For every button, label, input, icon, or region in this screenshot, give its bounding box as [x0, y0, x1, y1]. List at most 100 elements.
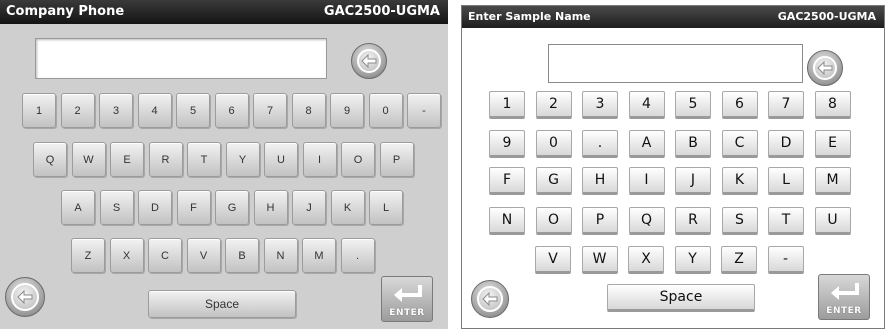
key-0[interactable]: 0	[368, 93, 403, 128]
key-a[interactable]: A	[61, 190, 95, 225]
key-t[interactable]: T	[187, 142, 221, 177]
key-s[interactable]: S	[99, 190, 134, 225]
space-key[interactable]: Space	[148, 290, 296, 318]
back-button[interactable]	[5, 277, 45, 317]
key-b[interactable]: B	[675, 130, 711, 158]
key-v[interactable]: V	[186, 238, 221, 273]
key-dash[interactable]: -	[767, 246, 804, 274]
key-d[interactable]: D	[768, 130, 804, 158]
key-a[interactable]: A	[628, 130, 665, 158]
company-phone-input[interactable]	[35, 38, 327, 79]
key-s[interactable]: S	[721, 207, 758, 235]
key-8[interactable]: 8	[814, 91, 851, 119]
key-r[interactable]: R	[148, 142, 183, 177]
key-x[interactable]: X	[628, 246, 664, 274]
key-m[interactable]: M	[814, 167, 851, 195]
key-z[interactable]: Z	[71, 238, 105, 273]
key-period[interactable]: .	[340, 238, 375, 273]
key-g[interactable]: G	[535, 167, 572, 195]
key-o[interactable]: O	[341, 142, 375, 177]
key-8[interactable]: 8	[291, 93, 326, 128]
key-g[interactable]: G	[215, 190, 249, 225]
key-c[interactable]: C	[148, 238, 182, 273]
enter-label: ENTER	[389, 308, 425, 318]
backspace-button[interactable]	[351, 43, 387, 79]
key-n[interactable]: N	[263, 238, 298, 273]
arrow-left-icon	[813, 56, 837, 80]
enter-button[interactable]: ENTER	[818, 274, 870, 320]
key-w[interactable]: W	[71, 142, 106, 177]
key-y[interactable]: Y	[674, 246, 711, 274]
key-0[interactable]: 0	[535, 130, 572, 158]
key-y[interactable]: Y	[225, 142, 260, 177]
backspace-button[interactable]	[807, 50, 843, 86]
key-e[interactable]: E	[110, 142, 144, 177]
key-2[interactable]: 2	[60, 93, 95, 128]
enter-button[interactable]: ENTER	[381, 276, 433, 322]
space-key[interactable]: Space	[607, 284, 755, 312]
key-f[interactable]: F	[489, 167, 525, 195]
key-m[interactable]: M	[302, 238, 336, 273]
panel-title: Enter Sample Name	[468, 10, 591, 23]
model-label: GAC2500-UGMA	[777, 10, 876, 23]
enter-return-icon	[394, 285, 422, 302]
key-x[interactable]: X	[109, 238, 144, 273]
key-j[interactable]: J	[292, 190, 326, 225]
key-u[interactable]: U	[814, 207, 851, 235]
key-h[interactable]: H	[582, 167, 618, 195]
key-7[interactable]: 7	[253, 93, 287, 128]
model-label: GAC2500-UGMA	[323, 4, 440, 19]
key-5[interactable]: 5	[675, 91, 711, 119]
panel-title: Company Phone	[6, 4, 125, 19]
key-2[interactable]: 2	[535, 91, 572, 119]
enter-label: ENTER	[826, 306, 862, 316]
key-4[interactable]: 4	[628, 91, 665, 119]
key-d[interactable]: D	[138, 190, 172, 225]
key-k[interactable]: K	[721, 167, 758, 195]
key-u[interactable]: U	[264, 142, 298, 177]
key-h[interactable]: H	[253, 190, 288, 225]
key-e[interactable]: E	[814, 130, 851, 158]
key-p[interactable]: P	[582, 207, 618, 235]
key-p[interactable]: P	[379, 142, 414, 177]
key-i[interactable]: I	[302, 142, 337, 177]
key-dash[interactable]: -	[407, 93, 441, 128]
key-z[interactable]: Z	[721, 246, 757, 274]
key-q[interactable]: Q	[628, 207, 665, 235]
title-bar: Enter Sample Name GAC2500-UGMA	[462, 6, 884, 28]
key-1[interactable]: 1	[22, 93, 56, 128]
key-v[interactable]: V	[535, 246, 571, 274]
key-period[interactable]: .	[582, 130, 618, 158]
key-f[interactable]: F	[176, 190, 211, 225]
key-j[interactable]: J	[675, 167, 711, 195]
key-n[interactable]: N	[489, 207, 525, 235]
arrow-left-icon	[11, 283, 39, 311]
key-o[interactable]: O	[535, 207, 572, 235]
key-7[interactable]: 7	[768, 91, 804, 119]
enter-return-icon	[831, 283, 859, 300]
title-bar: Company Phone GAC2500-UGMA	[0, 0, 448, 24]
key-l[interactable]: L	[768, 167, 804, 195]
key-4[interactable]: 4	[137, 93, 172, 128]
key-i[interactable]: I	[628, 167, 665, 195]
key-b[interactable]: B	[225, 238, 259, 273]
key-5[interactable]: 5	[176, 93, 210, 128]
key-c[interactable]: C	[721, 130, 758, 158]
sample-name-input[interactable]	[548, 44, 803, 83]
key-w[interactable]: W	[581, 246, 618, 274]
key-k[interactable]: K	[330, 190, 365, 225]
key-l[interactable]: L	[369, 190, 403, 225]
key-3[interactable]: 3	[99, 93, 133, 128]
back-button[interactable]	[471, 280, 509, 318]
key-3[interactable]: 3	[582, 91, 618, 119]
key-9[interactable]: 9	[489, 130, 525, 158]
key-t[interactable]: T	[768, 207, 804, 235]
key-q[interactable]: Q	[33, 142, 67, 177]
key-6[interactable]: 6	[721, 91, 758, 119]
arrow-left-icon	[357, 49, 381, 73]
key-6[interactable]: 6	[214, 93, 249, 128]
key-9[interactable]: 9	[330, 93, 364, 128]
key-1[interactable]: 1	[489, 91, 525, 119]
sample-name-keyboard-panel: Enter Sample Name GAC2500-UGMA 12345678 9…	[461, 5, 885, 329]
key-r[interactable]: R	[675, 207, 711, 235]
